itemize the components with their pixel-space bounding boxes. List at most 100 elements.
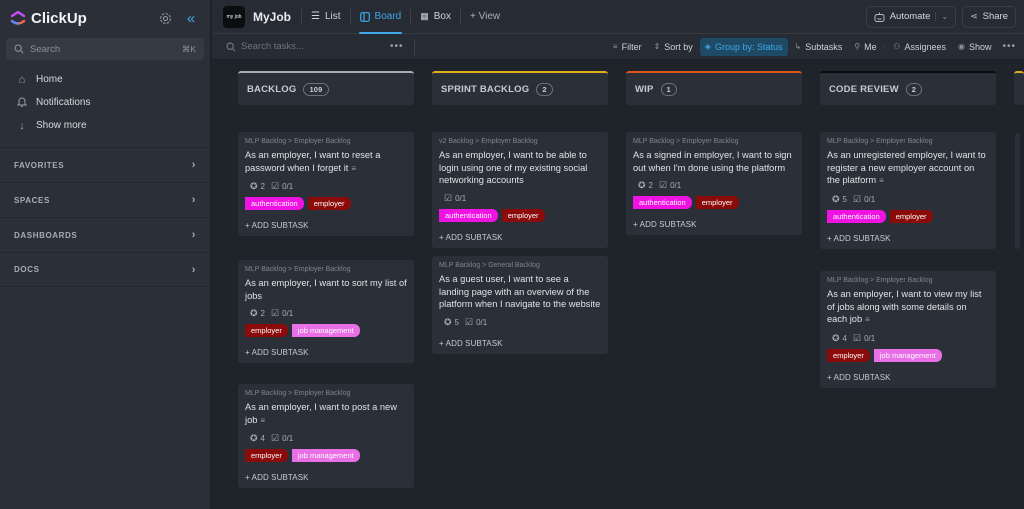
sort-button[interactable]: ⇕ Sort by (649, 38, 698, 56)
tag-employer[interactable]: employer (889, 209, 933, 223)
arrow-down-icon: ↓ (19, 119, 25, 132)
group-by-button[interactable]: ◈ Group by: Status (699, 37, 788, 56)
sidebar-section-dashboards[interactable]: DASHBOARDS › (0, 217, 210, 252)
sidebar-section-spaces[interactable]: SPACES › (0, 182, 210, 217)
task-title[interactable]: As an employer, I want to view my list o… (827, 288, 989, 327)
add-subtask-button[interactable]: + ADD SUBTASK (439, 339, 601, 348)
sort-icon: ⇕ (653, 42, 661, 51)
more-options-icon[interactable]: ••• (1002, 41, 1016, 52)
column-header[interactable]: WIP 1 (626, 71, 802, 105)
tag-employer[interactable]: employer (695, 196, 739, 209)
tag-employer[interactable]: employer (501, 208, 545, 222)
tab-list[interactable]: ☰ List (302, 0, 350, 34)
column-header[interactable]: BACKLOG 109 (238, 71, 414, 105)
sprint-points-value: 2 (648, 181, 653, 190)
task-breadcrumb[interactable]: MLP Backlog > Employer Backlog (827, 277, 989, 284)
task-title[interactable]: As an employer, I want to sort my list o… (245, 277, 407, 302)
section-label: DOCS (14, 265, 40, 274)
add-subtask-button[interactable]: + ADD SUBTASK (245, 348, 407, 357)
tag-employer[interactable]: employer (307, 197, 351, 210)
chevron-down-icon[interactable]: ⌄ (935, 12, 948, 21)
task-card[interactable]: MLP Backlog > General Backlog As a guest … (432, 256, 608, 354)
add-subtask-button[interactable]: + ADD SUBTASK (827, 234, 989, 243)
task-card[interactable]: MLP Backlog > Employer Backlog As an unre… (820, 132, 996, 249)
sidebar-search-input[interactable]: Search ⌘K (6, 38, 204, 60)
task-card[interactable]: MLP Backlog > Employer Backlog As an empl… (238, 132, 414, 236)
tab-box[interactable]: ▦ Box (411, 0, 460, 34)
task-meta: ✪ 2 ☑ 0/1 (245, 308, 407, 319)
add-subtask-button[interactable]: + ADD SUBTASK (245, 221, 407, 230)
workspace-avatar[interactable]: my job (223, 5, 245, 28)
add-subtask-button[interactable]: + ADD SUBTASK (439, 233, 601, 242)
filter-label: Filter (621, 41, 642, 52)
task-title[interactable]: As a signed in employer, I want to sign … (633, 149, 795, 174)
clickup-logo-icon (10, 11, 26, 25)
task-title[interactable]: As an employer, I want to post a new job… (245, 401, 407, 427)
add-subtask-button[interactable]: + ADD SUBTASK (245, 473, 407, 482)
task-breadcrumb[interactable]: MLP Backlog > General Backlog (439, 262, 601, 269)
tag-authentication[interactable]: authentication (245, 197, 304, 210)
settings-icon[interactable] (156, 9, 174, 27)
tag-employer[interactable]: employer (245, 449, 288, 462)
checklist-icon: ☑ (271, 181, 280, 191)
workspace-name[interactable]: MyJob (253, 10, 291, 24)
task-card[interactable]: MLP Backlog > Employer Backlog As an empl… (238, 384, 414, 488)
add-view-label: + View (469, 11, 501, 22)
assignees-button[interactable]: ⚇ Assignees (888, 38, 951, 56)
task-breadcrumb[interactable]: v2 Backlog > Employer Backlog (439, 138, 601, 145)
task-card[interactable]: MLP Backlog > Employer Backlog As a signe… (626, 132, 802, 235)
sidebar-item-home[interactable]: ⌂ Home (0, 68, 210, 91)
tab-label: Box (433, 11, 451, 22)
task-title[interactable]: As a guest user, I want to see a landing… (439, 273, 601, 311)
tag-job-management[interactable]: job management (291, 449, 360, 462)
tab-label: List (324, 11, 341, 22)
task-search-input[interactable]: Search tasks... (212, 41, 382, 52)
task-card[interactable]: v2 Backlog > Employer Backlog As an emplo… (432, 132, 608, 248)
share-button[interactable]: ⋖ Share (962, 5, 1016, 28)
tab-board[interactable]: Board (351, 0, 411, 34)
sidebar-item-show-more[interactable]: ↓ Show more (0, 114, 210, 137)
assignees-label: Assignees (904, 41, 946, 52)
search-icon (226, 41, 236, 52)
column-title: SPRINT BACKLOG (441, 83, 530, 95)
subtasks-button[interactable]: ↳ Subtasks (790, 38, 848, 56)
more-options-icon[interactable]: ••• (390, 41, 404, 52)
checklist-progress: 0/1 (476, 317, 488, 327)
task-breadcrumb[interactable]: MLP Backlog > Employer Backlog (827, 138, 989, 145)
column-header[interactable]: CODE REVIEW 2 (820, 71, 996, 105)
task-title[interactable]: As an unregistered employer, I want to r… (827, 149, 989, 188)
show-button[interactable]: ◉ Show (953, 38, 997, 56)
task-title[interactable]: As an employer, I want to be able to log… (439, 149, 601, 187)
tag-authentication[interactable]: authentication (827, 209, 886, 223)
filter-button[interactable]: ≡ Filter (608, 38, 647, 56)
automate-button[interactable]: Automate ⌄ (865, 5, 957, 28)
task-card[interactable]: MLP Backlog > Employer Backlog As an empl… (238, 260, 414, 363)
me-button[interactable]: ⚲ Me (849, 38, 881, 56)
tag-authentication[interactable]: authentication (439, 208, 498, 222)
collapse-sidebar-icon[interactable]: « (182, 9, 200, 27)
sidebar-section-docs[interactable]: DOCS › (0, 252, 210, 287)
tag-job-management[interactable]: job management (291, 324, 360, 337)
task-card[interactable]: MLP Backlog > Employer Backlog As an empl… (820, 271, 996, 388)
tag-job-management[interactable]: job management (873, 348, 942, 362)
task-breadcrumb[interactable]: MLP Backlog > Employer Backlog (245, 390, 407, 397)
task-breadcrumb[interactable]: MLP Backlog > Employer Backlog (633, 138, 795, 145)
sidebar-section-favorites[interactable]: FAVORITES › (0, 147, 210, 182)
sidebar: ClickUp « Search ⌘K ⌂ Home Notifications… (0, 0, 211, 509)
column-header[interactable]: SPRINT BACKLOG 2 (432, 71, 608, 105)
next-column-header (1014, 71, 1024, 105)
tag-authentication[interactable]: authentication (633, 196, 692, 209)
tag-employer[interactable]: employer (245, 324, 288, 337)
add-view-button[interactable]: + View (461, 0, 509, 34)
add-subtask-button[interactable]: + ADD SUBTASK (633, 220, 795, 229)
sprint-points-icon: ✪ (444, 316, 452, 327)
sidebar-item-notifications[interactable]: Notifications (0, 91, 210, 114)
task-breadcrumb[interactable]: MLP Backlog > Employer Backlog (245, 266, 407, 273)
filter-icon: ≡ (612, 42, 618, 51)
clickup-logo[interactable]: ClickUp (10, 10, 87, 27)
task-title[interactable]: As an employer, I want to reset a passwo… (245, 149, 407, 175)
subtasks-label: Subtasks (805, 41, 843, 52)
task-breadcrumb[interactable]: MLP Backlog > Employer Backlog (245, 138, 407, 145)
add-subtask-button[interactable]: + ADD SUBTASK (827, 373, 989, 382)
tag-employer[interactable]: employer (827, 348, 870, 362)
